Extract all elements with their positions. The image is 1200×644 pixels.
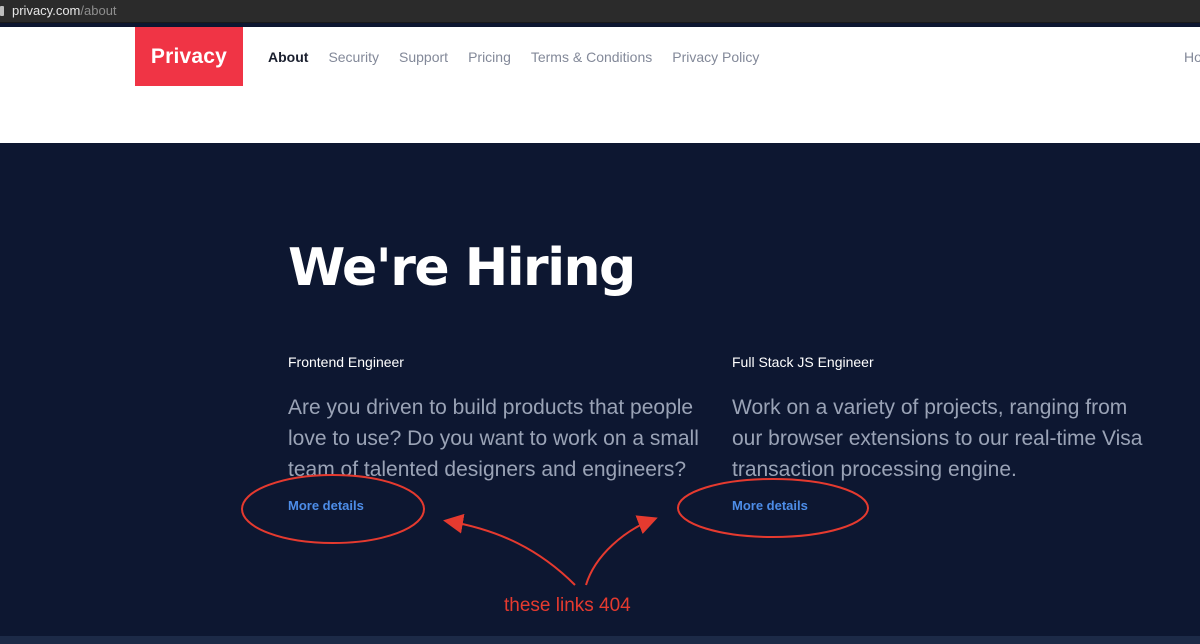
next-section-edge (0, 636, 1200, 644)
nav-terms-conditions[interactable]: Terms & Conditions (531, 49, 652, 65)
nav-pricing[interactable]: Pricing (468, 49, 511, 65)
url-path: /about (80, 3, 117, 18)
page: privacy.com/about Privacy About Security… (0, 0, 1200, 644)
more-details-link-frontend[interactable]: More details (288, 498, 364, 513)
url-text[interactable]: privacy.com/about (12, 2, 117, 19)
job-fullstack: Full Stack JS Engineer Work on a variety… (732, 352, 1152, 485)
job-description: Are you driven to build products that pe… (288, 396, 699, 481)
privacy-logo[interactable]: Privacy (135, 27, 243, 86)
white-spacer (0, 86, 1200, 143)
url-domain: privacy.com (12, 3, 81, 18)
job-title: Frontend Engineer (288, 354, 404, 370)
job-frontend: Frontend Engineer Are you driven to buil… (288, 352, 708, 485)
browser-address-bar[interactable]: privacy.com/about (0, 0, 1200, 23)
nav-about[interactable]: About (268, 49, 308, 65)
more-details-link-fullstack[interactable]: More details (732, 498, 808, 513)
nav-security[interactable]: Security (328, 49, 379, 65)
job-description: Work on a variety of projects, ranging f… (732, 396, 1143, 481)
annotation-label: these links 404 (504, 595, 631, 616)
hiring-title: We're Hiring (288, 238, 636, 298)
main-nav: About Security Support Pricing Terms & C… (268, 27, 779, 86)
nav-privacy-policy[interactable]: Privacy Policy (672, 49, 759, 65)
site-header: Privacy About Security Support Pricing T… (0, 27, 1200, 86)
job-title: Full Stack JS Engineer (732, 354, 874, 370)
lock-icon (0, 6, 4, 16)
nav-support[interactable]: Support (399, 49, 448, 65)
nav-cutoff-item[interactable]: Ho (1184, 27, 1200, 86)
